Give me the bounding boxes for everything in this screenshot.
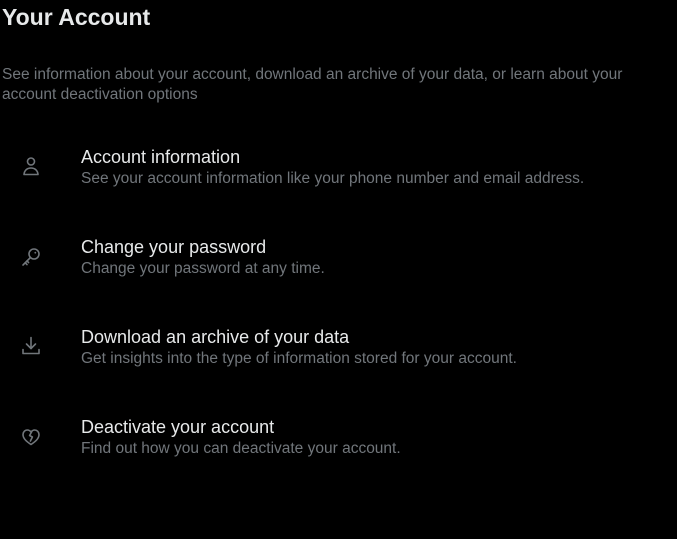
menu-item-label: Download an archive of your data	[81, 327, 350, 347]
key-icon	[19, 245, 43, 269]
menu-item-account-information[interactable]: Account information See your account inf…	[0, 127, 677, 217]
menu-item-label: Change your password	[81, 237, 267, 257]
menu-item-sublabel: Find out how you can deactivate your acc…	[81, 440, 401, 457]
person-icon	[19, 154, 43, 178]
menu-item-change-password[interactable]: Change your password Change your passwor…	[0, 217, 677, 307]
menu-item-sublabel: Get insights into the type of informatio…	[81, 350, 517, 367]
menu-item-label: Account information	[81, 147, 241, 167]
broken-heart-icon	[19, 425, 43, 449]
menu-item-sublabel: See your account information like your p…	[81, 170, 585, 187]
menu-item-label: Deactivate your account	[81, 417, 275, 437]
your-account-page: Your Account See information about your …	[0, 0, 677, 539]
download-icon	[19, 334, 43, 358]
menu-item-sublabel: Change your password at any time.	[81, 260, 325, 277]
menu-item-deactivate-account[interactable]: Deactivate your account Find out how you…	[0, 397, 677, 487]
menu-item-download-archive[interactable]: Download an archive of your data Get ins…	[0, 307, 677, 397]
page-title: Your Account	[2, 4, 151, 30]
page-description: See information about your account, down…	[2, 66, 623, 103]
